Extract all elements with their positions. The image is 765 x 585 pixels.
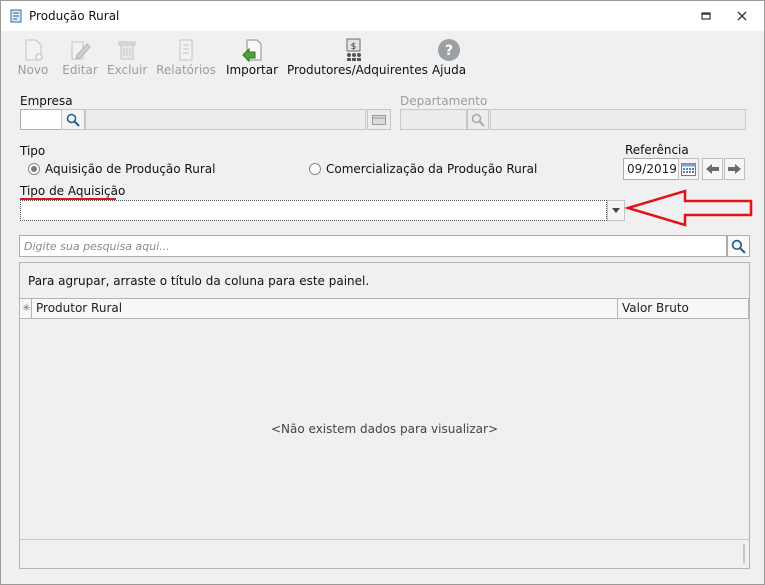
restore-button[interactable]: [693, 5, 719, 27]
annotation-arrow-icon: [625, 189, 753, 227]
excluir-label: Excluir: [107, 63, 148, 77]
empresa-label: Empresa: [20, 94, 73, 108]
search-input[interactable]: Digite sua pesquisa aqui...: [19, 235, 727, 257]
departamento-name-field: [490, 109, 746, 130]
main-window: Produção Rural Novo Editar Excluir Relat…: [0, 0, 765, 585]
report-icon: [179, 39, 193, 61]
radio-checked[interactable]: [28, 163, 40, 175]
departamento-search-button[interactable]: [467, 109, 489, 130]
chevron-down-icon: [612, 208, 620, 213]
window-title: Produção Rural: [29, 9, 120, 23]
tipo-aquisicao-dropdown-button[interactable]: [607, 200, 625, 221]
group-panel-hint: Para agrupar, arraste o título da coluna…: [28, 274, 370, 288]
close-icon: [737, 11, 747, 21]
ajuda-label: Ajuda: [431, 63, 467, 77]
empresa-list-button[interactable]: [367, 109, 391, 130]
trash-icon: [118, 41, 136, 60]
title-bar: Produção Rural: [1, 1, 764, 31]
import-icon: [242, 39, 262, 63]
radio-unchecked[interactable]: [309, 163, 321, 175]
edit-icon: [71, 41, 91, 60]
arrow-left-icon: [706, 164, 719, 174]
tipo-aquisicao-label: Tipo de Aquisição: [20, 184, 126, 198]
referencia-label: Referência: [625, 143, 689, 157]
importar-label: Importar: [225, 63, 279, 77]
list-icon: [372, 114, 386, 125]
grid-footer-divider: [20, 539, 749, 540]
next-period-button[interactable]: [724, 158, 745, 180]
relatorios-button[interactable]: Relatórios: [156, 35, 216, 81]
tipo-aquisicao-select[interactable]: [20, 200, 607, 221]
editar-button[interactable]: Editar: [60, 35, 100, 81]
empty-grid-message: <Não existem dados para visualizar>: [270, 422, 498, 436]
calendar-button[interactable]: [678, 158, 699, 180]
help-icon: ?: [438, 39, 460, 61]
search-icon: [66, 113, 80, 127]
produtores-button[interactable]: $ Produtores/Adquirentes: [287, 35, 428, 81]
produtores-label: Produtores/Adquirentes: [287, 63, 428, 77]
empresa-search-button[interactable]: [61, 109, 85, 130]
editar-label: Editar: [62, 63, 98, 77]
previous-period-button[interactable]: [702, 158, 723, 180]
tipo-option-aquisicao-label: Aquisição de Produção Rural: [45, 162, 216, 176]
empresa-code-input[interactable]: [20, 109, 62, 130]
new-document-icon: [25, 39, 43, 61]
tipo-option-comercializacao-label: Comercialização da Produção Rural: [326, 162, 538, 176]
producers-icon: $: [346, 38, 361, 61]
search-button[interactable]: [727, 235, 750, 257]
relatorios-label: Relatórios: [156, 63, 216, 77]
search-icon: [471, 113, 485, 127]
departamento-label: Departamento: [400, 94, 488, 108]
column-header-produtor[interactable]: Produtor Rural: [31, 298, 618, 319]
tipo-option-aquisicao[interactable]: [28, 163, 40, 175]
search-icon: [731, 239, 746, 254]
importar-button[interactable]: Importar: [224, 35, 280, 81]
close-button[interactable]: [729, 5, 755, 27]
restore-icon: [701, 12, 711, 20]
novo-button[interactable]: Novo: [14, 35, 52, 81]
grid-footer-grip: [743, 544, 745, 564]
excluir-button[interactable]: Excluir: [107, 35, 147, 81]
tipo-option-comercializacao[interactable]: [309, 163, 321, 175]
empresa-name-field: [85, 109, 366, 130]
calendar-icon: [681, 163, 696, 176]
app-icon: [10, 9, 22, 23]
novo-label: Novo: [17, 63, 49, 77]
departamento-code-input: [400, 109, 467, 130]
svg-text:$: $: [351, 42, 357, 52]
ajuda-button[interactable]: ? Ajuda: [429, 35, 469, 81]
referencia-input[interactable]: 09/2019: [623, 158, 679, 180]
svg-text:?: ?: [445, 43, 453, 59]
column-header-valor-bruto[interactable]: Valor Bruto: [617, 298, 749, 319]
arrow-right-icon: [728, 164, 741, 174]
tipo-label: Tipo: [20, 144, 46, 158]
